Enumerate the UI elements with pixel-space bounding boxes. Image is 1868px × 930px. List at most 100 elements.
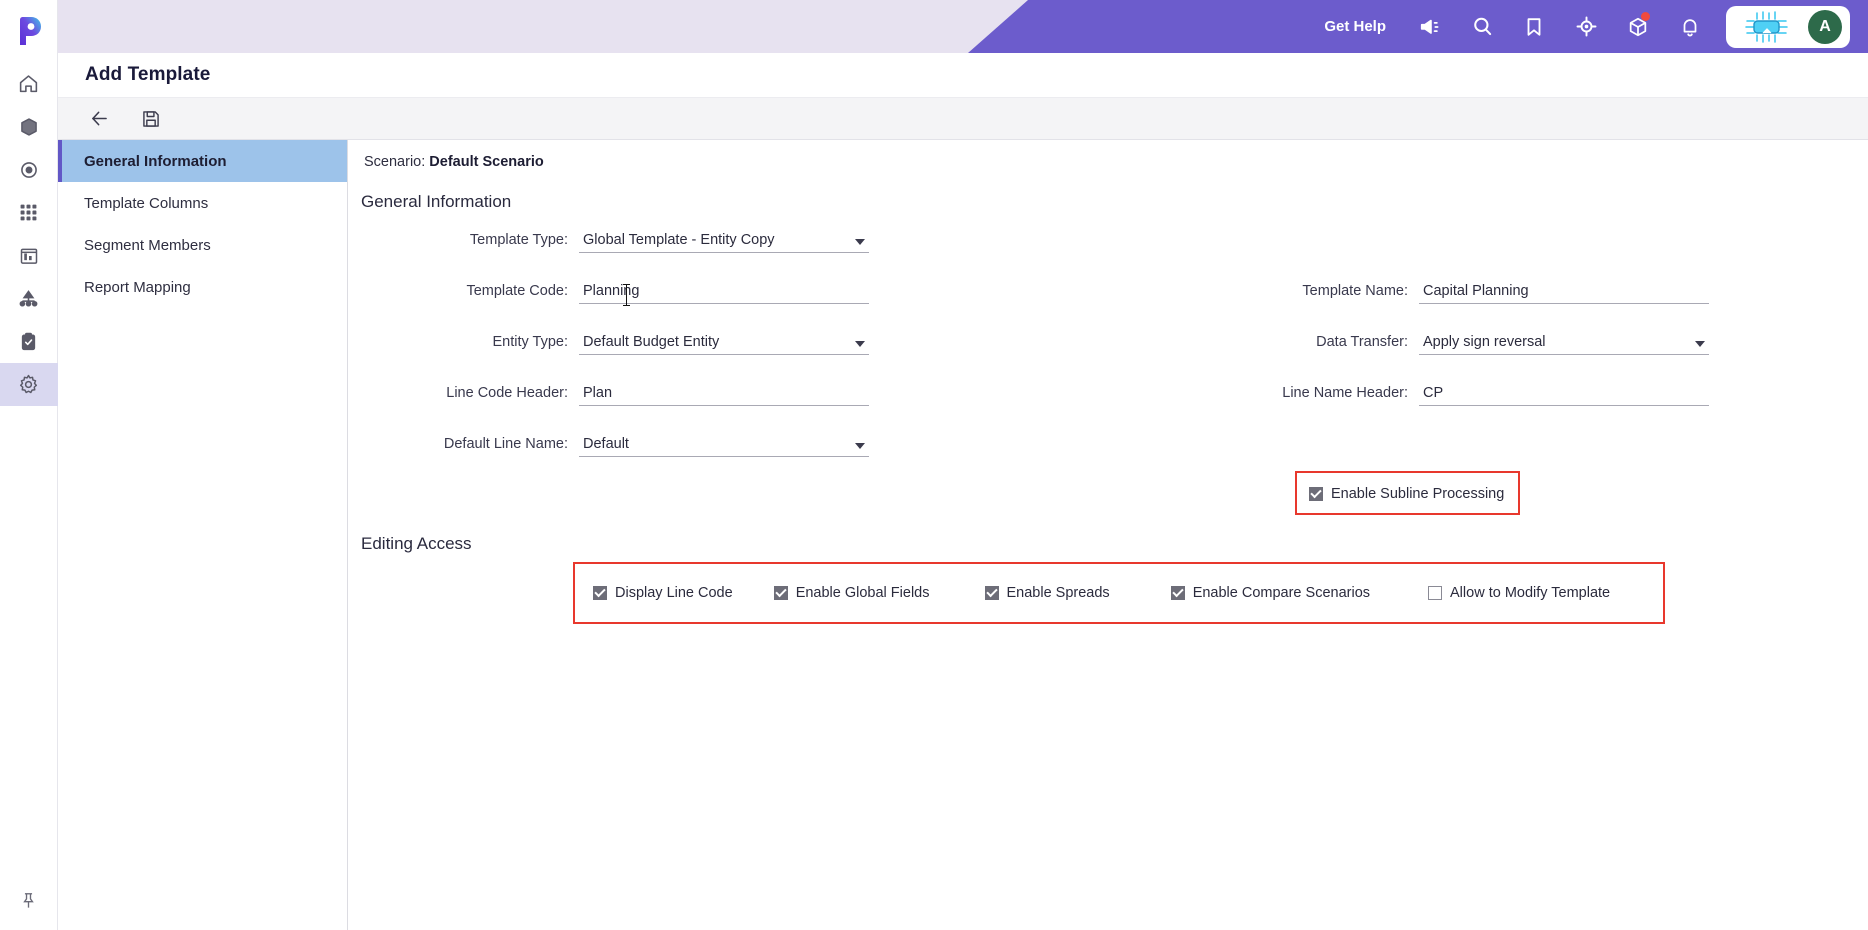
cube-icon: [20, 117, 37, 136]
editing-access-options: Display Line Code Enable Global Fields E…: [575, 585, 1663, 601]
bookmark-icon: [1527, 17, 1541, 36]
nav-item-template-columns[interactable]: Template Columns: [58, 182, 347, 224]
home-icon: [19, 75, 38, 93]
default-line-name-value: Default: [583, 436, 629, 452]
enable-subline-processing-checkbox[interactable]: Enable Subline Processing: [1309, 486, 1504, 502]
pin-sidebar-button[interactable]: [0, 870, 58, 930]
enable-spreads-checkbox[interactable]: Enable Spreads: [984, 585, 1110, 601]
ai-chip-icon: [1745, 10, 1788, 43]
quick-nav-button[interactable]: [1560, 0, 1612, 53]
announcement-icon: [1420, 19, 1439, 34]
line-code-header-input[interactable]: Plan: [579, 379, 869, 406]
subline-processing-highlight: Enable Subline Processing: [1295, 471, 1521, 515]
floppy-save-icon: [143, 110, 159, 127]
get-help-button[interactable]: Get Help: [1306, 18, 1404, 35]
chevron-down-icon: [855, 341, 865, 347]
template-name-label: Template Name:: [1302, 282, 1408, 299]
nav-item-label: Segment Members: [84, 236, 211, 254]
sidebar-item-workforce[interactable]: [0, 277, 58, 320]
avatar: A: [1808, 9, 1842, 44]
enable-compare-scenarios-checkbox[interactable]: Enable Compare Scenarios: [1170, 585, 1370, 601]
template-code-input[interactable]: Planning: [579, 277, 869, 306]
user-menu[interactable]: A: [1726, 5, 1850, 48]
nav-item-segment-members[interactable]: Segment Members: [58, 224, 347, 266]
template-name-value: Capital Planning: [1423, 283, 1529, 299]
planful-p-logo: [19, 17, 41, 45]
editing-access-highlight: Display Line Code Enable Global Fields E…: [573, 562, 1665, 624]
checkbox-icon: [593, 586, 607, 600]
save-button[interactable]: [132, 102, 170, 136]
top-bar-actions: Get Help A: [1306, 0, 1868, 53]
checkbox-icon: [984, 586, 999, 600]
notifications-button[interactable]: [1664, 0, 1716, 53]
field-default-line-name: Default Line Name: Default: [349, 430, 929, 457]
template-type-value: Global Template - Entity Copy: [583, 232, 775, 248]
sidebar-item-dynamic-planning[interactable]: [0, 148, 58, 191]
line-name-header-value: CP: [1423, 385, 1444, 401]
enable-subline-processing-label: Enable Subline Processing: [1331, 486, 1505, 502]
sidebar-item-tasks[interactable]: [0, 320, 58, 363]
gear-icon: [19, 374, 38, 394]
sidebar-item-reports[interactable]: [0, 234, 58, 277]
chevron-down-icon: [855, 443, 865, 449]
sidebar-item-consolidation[interactable]: [0, 191, 58, 234]
checkbox-icon: [773, 586, 788, 600]
entity-type-select[interactable]: Default Budget Entity: [579, 328, 869, 355]
nav-item-label: Report Mapping: [84, 278, 191, 296]
template-type-select[interactable]: Global Template - Entity Copy: [579, 226, 869, 253]
nav-item-general-information[interactable]: General Information: [58, 140, 347, 182]
line-name-header-input[interactable]: CP: [1419, 379, 1709, 406]
form-row-3: Entity Type: Default Budget Entity Data …: [349, 328, 1868, 379]
enable-global-fields-label: Enable Global Fields: [795, 585, 930, 601]
nav-item-label: General Information: [84, 152, 227, 170]
chevron-down-icon: [1695, 341, 1705, 347]
entity-type-value: Default Budget Entity: [583, 334, 720, 350]
sidebar-item-home[interactable]: [0, 62, 58, 105]
allow-to-modify-template-label: Allow to Modify Template: [1450, 585, 1611, 601]
line-code-header-value: Plan: [583, 385, 613, 401]
field-template-name: Template Name: Capital Planning: [1239, 277, 1839, 304]
enable-global-fields-checkbox[interactable]: Enable Global Fields: [773, 585, 930, 601]
checkbox-icon: [1309, 487, 1323, 501]
back-button[interactable]: [80, 102, 118, 136]
chart-icon: [20, 248, 37, 264]
chevron-down-icon: [855, 239, 865, 245]
left-rail: [0, 0, 58, 930]
checkbox-icon: [1428, 586, 1443, 600]
notification-dot: [1641, 12, 1650, 21]
field-entity-type: Entity Type: Default Budget Entity: [349, 328, 929, 355]
general-information-heading: General Information: [361, 192, 512, 211]
search-button[interactable]: [1456, 0, 1508, 53]
field-template-type: Template Type: Global Template - Entity …: [349, 226, 929, 253]
bell-icon: [1683, 18, 1697, 36]
bookmarks-button[interactable]: [1508, 0, 1560, 53]
app-logo[interactable]: [0, 0, 58, 62]
form-row-2: Template Code: Planning Template Name: C…: [349, 277, 1868, 328]
default-line-name-select[interactable]: Default: [579, 430, 869, 457]
whats-new-button[interactable]: [1612, 0, 1664, 53]
field-data-transfer: Data Transfer: Apply sign reversal: [1239, 328, 1839, 355]
template-nav-panel: General Information Template Columns Seg…: [58, 140, 348, 930]
scenario-display: Scenario: Default Scenario: [349, 140, 1868, 170]
scenario-value: Default Scenario: [429, 154, 544, 170]
enable-spreads-label: Enable Spreads: [1006, 585, 1110, 601]
page-title: Add Template: [85, 64, 211, 85]
allow-to-modify-template-checkbox[interactable]: Allow to Modify Template: [1428, 585, 1610, 601]
editing-access-heading: Editing Access: [361, 534, 472, 553]
template-name-input[interactable]: Capital Planning: [1419, 277, 1709, 304]
field-line-name-header: Line Name Header: CP: [1239, 379, 1839, 406]
nav-item-report-mapping[interactable]: Report Mapping: [58, 266, 347, 308]
display-line-code-checkbox[interactable]: Display Line Code: [593, 585, 733, 601]
form-row-5: Default Line Name: Default: [349, 430, 1868, 481]
template-code-value: Planning: [583, 283, 640, 299]
sidebar-item-maintenance[interactable]: [0, 363, 58, 406]
sidebar-item-structured-planning[interactable]: [0, 105, 58, 148]
field-line-code-header: Line Code Header: Plan: [349, 379, 929, 406]
line-code-header-label: Line Code Header:: [446, 384, 568, 401]
action-toolbar: [58, 98, 1868, 140]
text-cursor-icon: [623, 284, 630, 306]
data-transfer-value: Apply sign reversal: [1423, 334, 1546, 350]
pin-icon: [23, 892, 34, 908]
announcements-button[interactable]: [1404, 0, 1456, 53]
data-transfer-select[interactable]: Apply sign reversal: [1419, 328, 1709, 355]
